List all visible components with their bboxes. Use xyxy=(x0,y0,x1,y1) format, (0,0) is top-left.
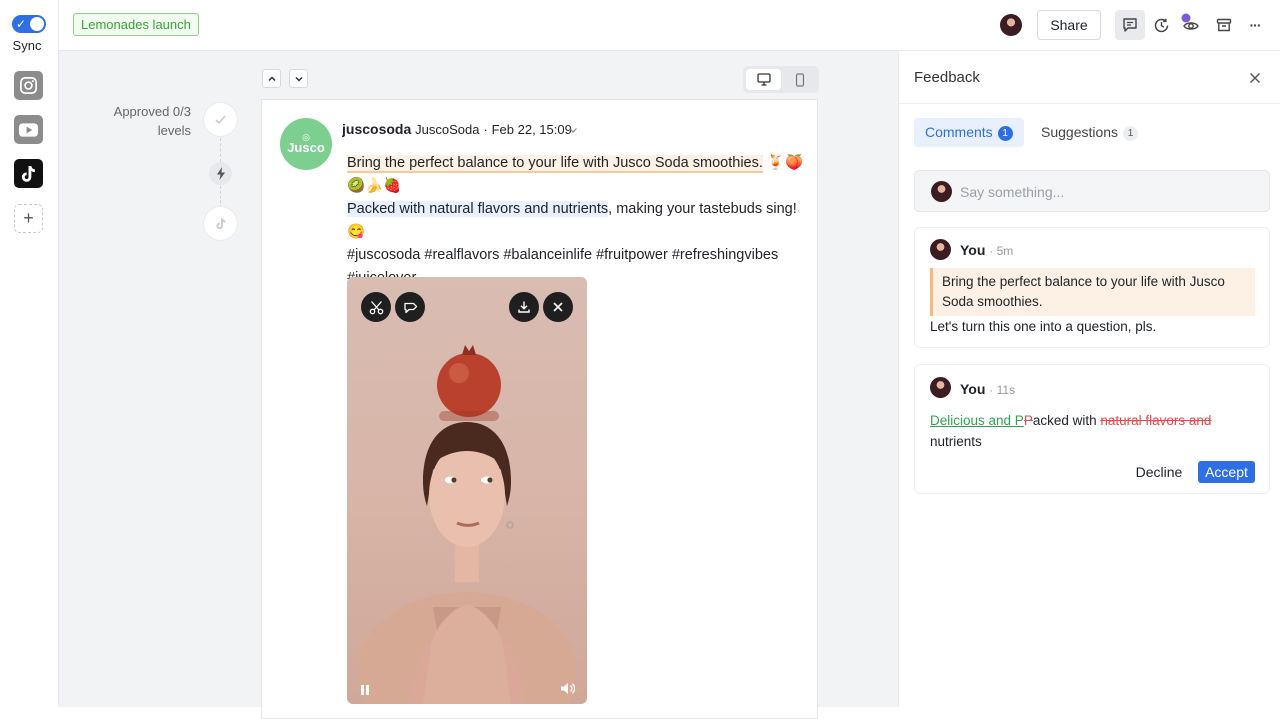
scissors-icon xyxy=(369,300,383,314)
account-handle: juscosoda xyxy=(342,121,412,137)
more-icon[interactable]: ··· xyxy=(1241,11,1269,39)
accept-button[interactable]: Accept xyxy=(1198,461,1255,483)
suggestion-diff: Delicious and PPacked with natural flavo… xyxy=(930,413,1212,449)
avatar xyxy=(931,181,952,202)
post-caption: Bring the perfect balance to your life w… xyxy=(347,152,807,290)
thumbnail-button[interactable] xyxy=(395,292,425,322)
comment-input[interactable]: Say something... xyxy=(914,170,1270,212)
comment-author: You xyxy=(960,242,986,258)
campaign-tag[interactable]: Lemonades launch xyxy=(73,13,199,36)
desktop-icon xyxy=(756,73,771,86)
youtube-icon[interactable] xyxy=(14,115,43,144)
step-connector xyxy=(220,138,221,162)
mobile-view-button[interactable] xyxy=(783,69,816,90)
post-video[interactable] xyxy=(347,277,587,704)
suggestions-count-badge: 1 xyxy=(1123,126,1139,141)
remove-media-button[interactable] xyxy=(543,292,573,322)
avatar xyxy=(930,377,951,398)
check-icon: ✓ xyxy=(16,17,27,31)
preview-area: Approved 0/3 levels ◎ Jusco juscosoda Ju… xyxy=(59,51,898,719)
tab-suggestions[interactable]: Suggestions 1 xyxy=(1030,118,1149,147)
close-icon xyxy=(553,302,563,312)
chevron-up-icon xyxy=(267,75,276,81)
preview-icon[interactable] xyxy=(1177,9,1205,37)
post-header: juscosoda JuscoSoda · Feb 22, 15:09 xyxy=(342,121,572,137)
approval-step-tiktok[interactable] xyxy=(203,206,238,241)
device-switcher xyxy=(743,66,819,93)
comment-placeholder: Say something... xyxy=(960,184,1065,200)
feedback-panel: Feedback Comments 1 Suggestions 1 Say some… xyxy=(898,51,1280,707)
suggestion-time: · 11s xyxy=(989,383,1016,397)
channel-rail: ✓ Sync + xyxy=(0,0,59,707)
commented-text[interactable]: Bring the perfect balance to your life w… xyxy=(347,155,763,173)
download-button[interactable] xyxy=(509,292,539,322)
comment-card[interactable]: You · 5m Bring the perfect balance to yo… xyxy=(914,227,1270,348)
video-frame xyxy=(357,345,577,704)
inserted-text: Delicious and P xyxy=(930,413,1024,428)
pause-icon xyxy=(361,685,369,695)
archive-icon[interactable] xyxy=(1210,11,1238,39)
approval-step-check[interactable] xyxy=(203,102,238,137)
chevron-down-icon xyxy=(294,76,303,82)
top-bar: Lemonades launch Share ··· xyxy=(59,0,1280,51)
comment-quote: Bring the perfect balance to your life w… xyxy=(930,268,1255,316)
suggested-text[interactable]: Packed with natural flavors and nutrient… xyxy=(347,201,609,217)
approval-step-automation[interactable] xyxy=(209,162,232,185)
decline-button[interactable]: Decline xyxy=(1129,461,1189,483)
toggle-knob xyxy=(30,17,44,31)
tiktok-icon[interactable] xyxy=(14,159,43,188)
comment-meta: You · 5m xyxy=(960,242,1013,258)
comment-time: · 5m xyxy=(989,244,1014,258)
next-post-button[interactable] xyxy=(289,69,308,88)
mobile-icon xyxy=(795,72,804,87)
suggestion-card[interactable]: You · 11s Delicious and PPacked with nat… xyxy=(914,364,1270,494)
display-name: JuscoSoda xyxy=(415,122,480,137)
chevron-down-icon[interactable] xyxy=(568,126,578,134)
sync-label: Sync xyxy=(12,38,42,53)
desktop-view-button[interactable] xyxy=(746,69,781,90)
suggestion-author: You xyxy=(960,381,986,397)
download-icon xyxy=(518,301,530,313)
comments-count-badge: 1 xyxy=(997,126,1013,141)
approval-status: Approved 0/3 levels xyxy=(113,104,191,138)
close-icon[interactable] xyxy=(1249,72,1261,84)
avatar xyxy=(930,239,951,260)
suggestion-meta: You · 11s xyxy=(960,381,1015,397)
previous-post-button[interactable] xyxy=(262,69,281,88)
history-icon[interactable] xyxy=(1147,11,1175,39)
panel-title: Feedback xyxy=(914,69,980,86)
comments-icon[interactable] xyxy=(1115,10,1145,40)
volume-button[interactable] xyxy=(560,682,576,700)
trim-video-button[interactable] xyxy=(361,292,391,322)
volume-icon xyxy=(561,683,576,694)
lightning-icon xyxy=(216,167,225,180)
pause-button[interactable] xyxy=(360,683,370,701)
thumbnail-icon xyxy=(403,302,417,313)
deleted-text: natural flavors and xyxy=(1100,413,1212,428)
deleted-char: P xyxy=(1023,413,1033,428)
comment-body: Let's turn this one into a question, pls… xyxy=(930,319,1157,334)
instagram-icon[interactable] xyxy=(14,71,43,100)
step-connector xyxy=(220,186,221,208)
tiktok-icon xyxy=(215,218,225,230)
add-channel-button[interactable]: + xyxy=(14,204,43,233)
divider xyxy=(899,103,1280,104)
tab-comments[interactable]: Comments 1 xyxy=(914,118,1024,147)
share-button[interactable]: Share xyxy=(1037,10,1101,40)
post-preview: ◎ Jusco juscosoda JuscoSoda · Feb 22, 15… xyxy=(261,99,818,719)
sync-toggle[interactable]: ✓ xyxy=(12,15,46,33)
user-avatar[interactable] xyxy=(1000,14,1022,36)
brand-logo: ◎ Jusco xyxy=(280,118,332,170)
check-icon xyxy=(215,115,226,125)
post-date[interactable]: Feb 22, 15:09 xyxy=(492,122,572,137)
